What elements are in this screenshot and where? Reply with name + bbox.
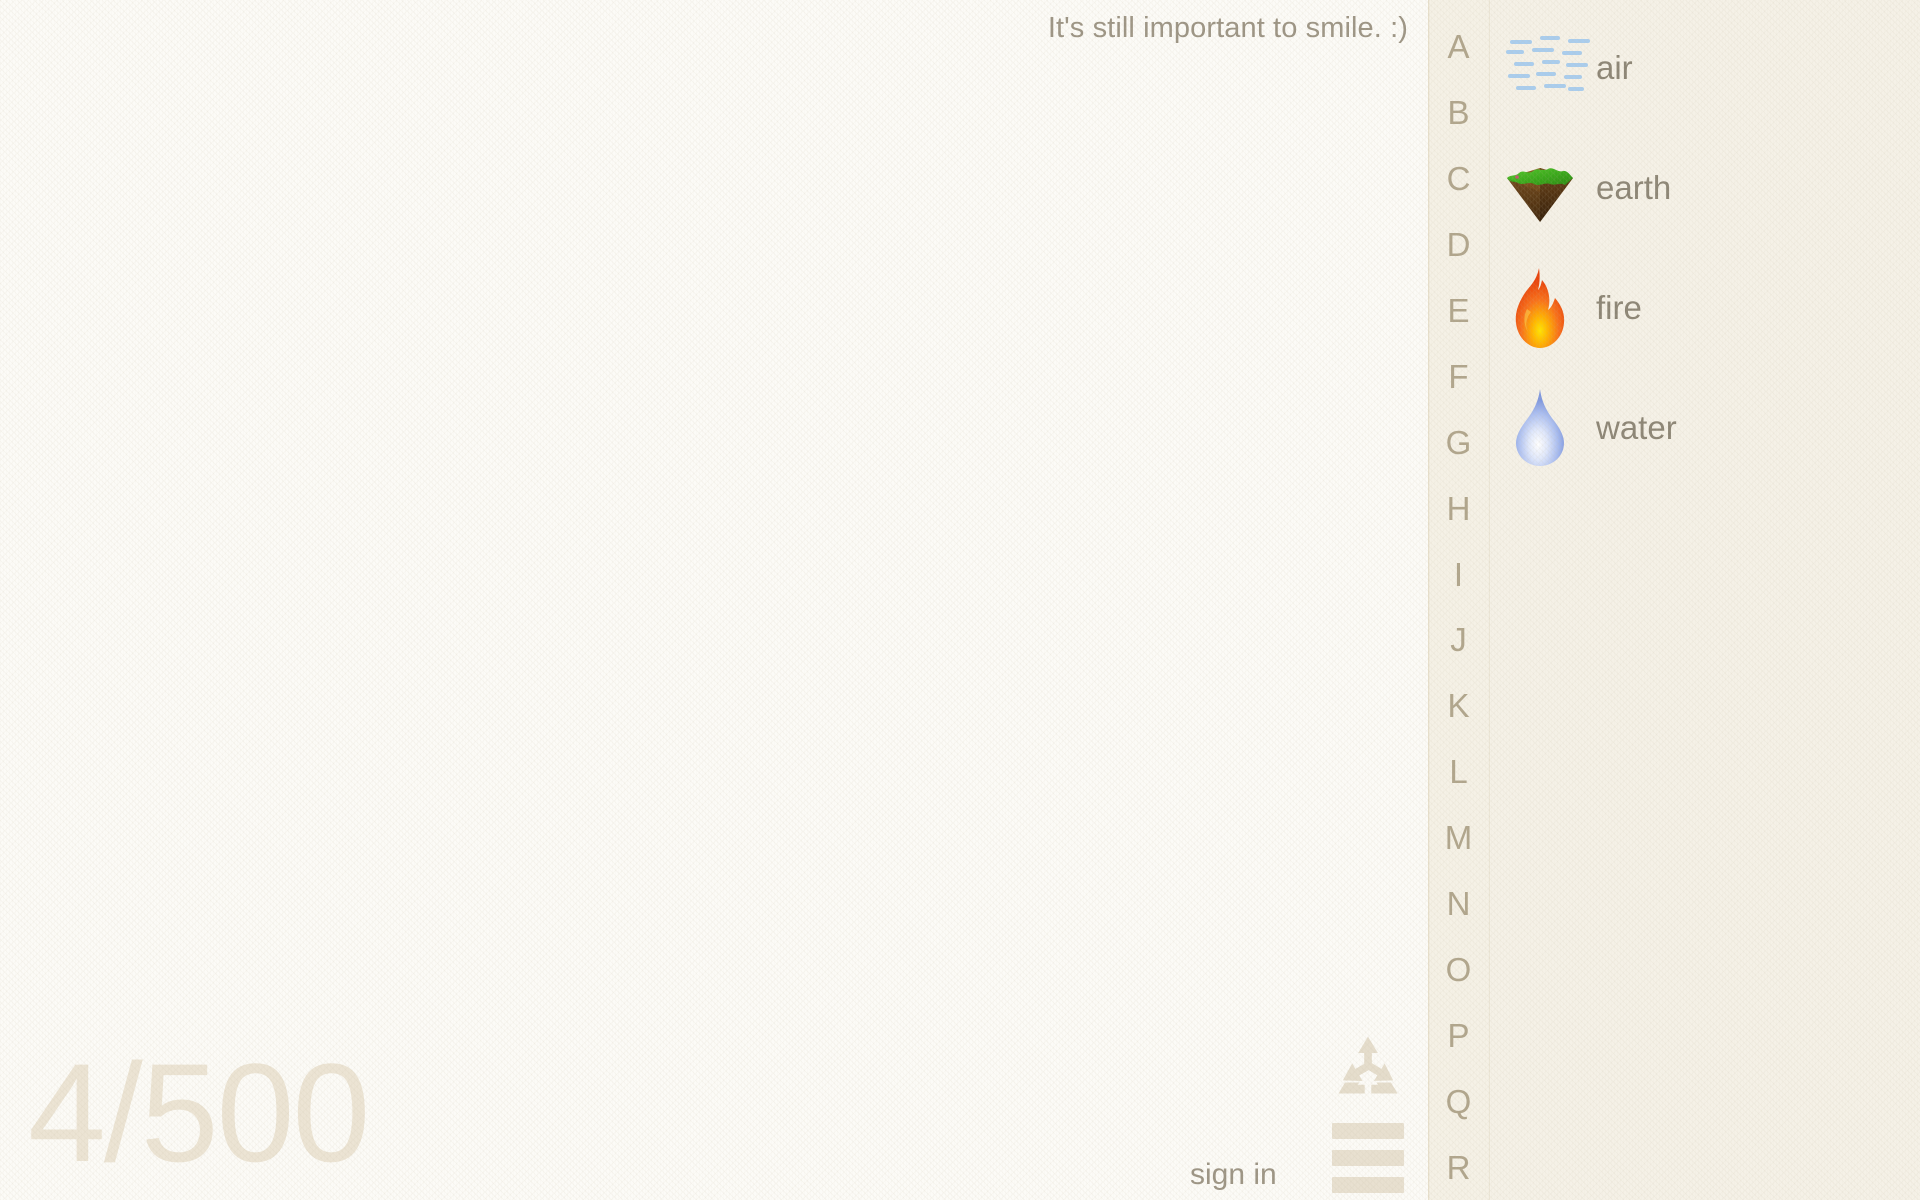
alphabet-letter-f[interactable]: F [1448,343,1468,409]
library-item-label: water [1596,409,1677,446]
alphabet-letter-l[interactable]: L [1449,739,1467,805]
alphabet-index[interactable]: ABCDEFGHIJKLMNOPQR [1428,0,1489,1200]
alphabet-letter-list: ABCDEFGHIJKLMNOPQR [1428,0,1489,1200]
air-icon-wrapper [1506,22,1590,114]
library-item-label: fire [1596,289,1642,326]
library-item-earth[interactable]: earth [1490,128,1920,248]
element-library-panel[interactable]: air earth fire water [1489,0,1920,1200]
water-icon-wrapper [1506,382,1574,474]
air-dash [1540,36,1560,40]
alphabet-letter-g[interactable]: G [1446,409,1472,475]
sign-in-link[interactable]: sign in [1190,1158,1277,1192]
alphabet-letter-a[interactable]: A [1447,14,1469,80]
air-dash [1514,62,1534,66]
workspace-canvas[interactable]: It's still important to smile. :) 4/500 … [0,0,1428,1200]
air-dash [1508,74,1530,78]
library-item-label: air [1596,49,1633,86]
recycle-icon[interactable] [1331,1030,1405,1105]
air-dash [1510,40,1532,44]
hint-text: It's still important to smile. :) [1047,12,1408,44]
alphabet-letter-n[interactable]: N [1447,871,1471,937]
alphabet-letter-e[interactable]: E [1447,278,1469,344]
progress-counter: 4/500 [28,1034,370,1192]
tool-bar [1330,1030,1406,1193]
air-icon [1506,34,1590,102]
fire-icon-wrapper [1506,262,1574,354]
menu-bar [1332,1177,1404,1193]
earth-icon [1505,152,1575,224]
air-dash [1566,63,1588,67]
alphabet-letter-m[interactable]: M [1445,805,1473,871]
alphabet-letter-i[interactable]: I [1454,541,1463,607]
alphabet-letter-q[interactable]: Q [1446,1068,1472,1134]
air-dash [1506,50,1524,54]
menu-icon[interactable] [1332,1123,1404,1193]
alphabet-letter-h[interactable]: H [1447,475,1471,541]
fire-icon [1512,266,1568,350]
alphabet-letter-k[interactable]: K [1447,673,1469,739]
air-dash [1516,86,1536,90]
alphabet-letter-o[interactable]: O [1446,936,1472,1002]
air-dash [1544,84,1566,88]
menu-bar [1332,1150,1404,1166]
alphabet-letter-p[interactable]: P [1447,1002,1469,1068]
alphabet-letter-d[interactable]: D [1447,212,1471,278]
library-item-fire[interactable]: fire [1490,248,1920,368]
alphabet-letter-r[interactable]: R [1447,1134,1471,1200]
air-dash [1532,48,1554,52]
air-dash [1562,51,1582,55]
water-icon [1512,388,1568,468]
alphabet-letter-j[interactable]: J [1450,607,1467,673]
air-dash [1536,72,1556,76]
alphabet-letter-c[interactable]: C [1447,146,1471,212]
library-item-air[interactable]: air [1490,8,1920,128]
library-item-label: earth [1596,169,1672,206]
air-dash [1564,75,1582,79]
air-dash [1568,87,1584,91]
alphabet-letter-b[interactable]: B [1447,80,1469,146]
air-dash [1568,39,1590,43]
menu-bar [1332,1123,1404,1139]
earth-icon-wrapper [1506,142,1574,234]
element-list: air earth fire water [1490,0,1920,488]
air-dash [1542,60,1560,64]
library-item-water[interactable]: water [1490,368,1920,488]
